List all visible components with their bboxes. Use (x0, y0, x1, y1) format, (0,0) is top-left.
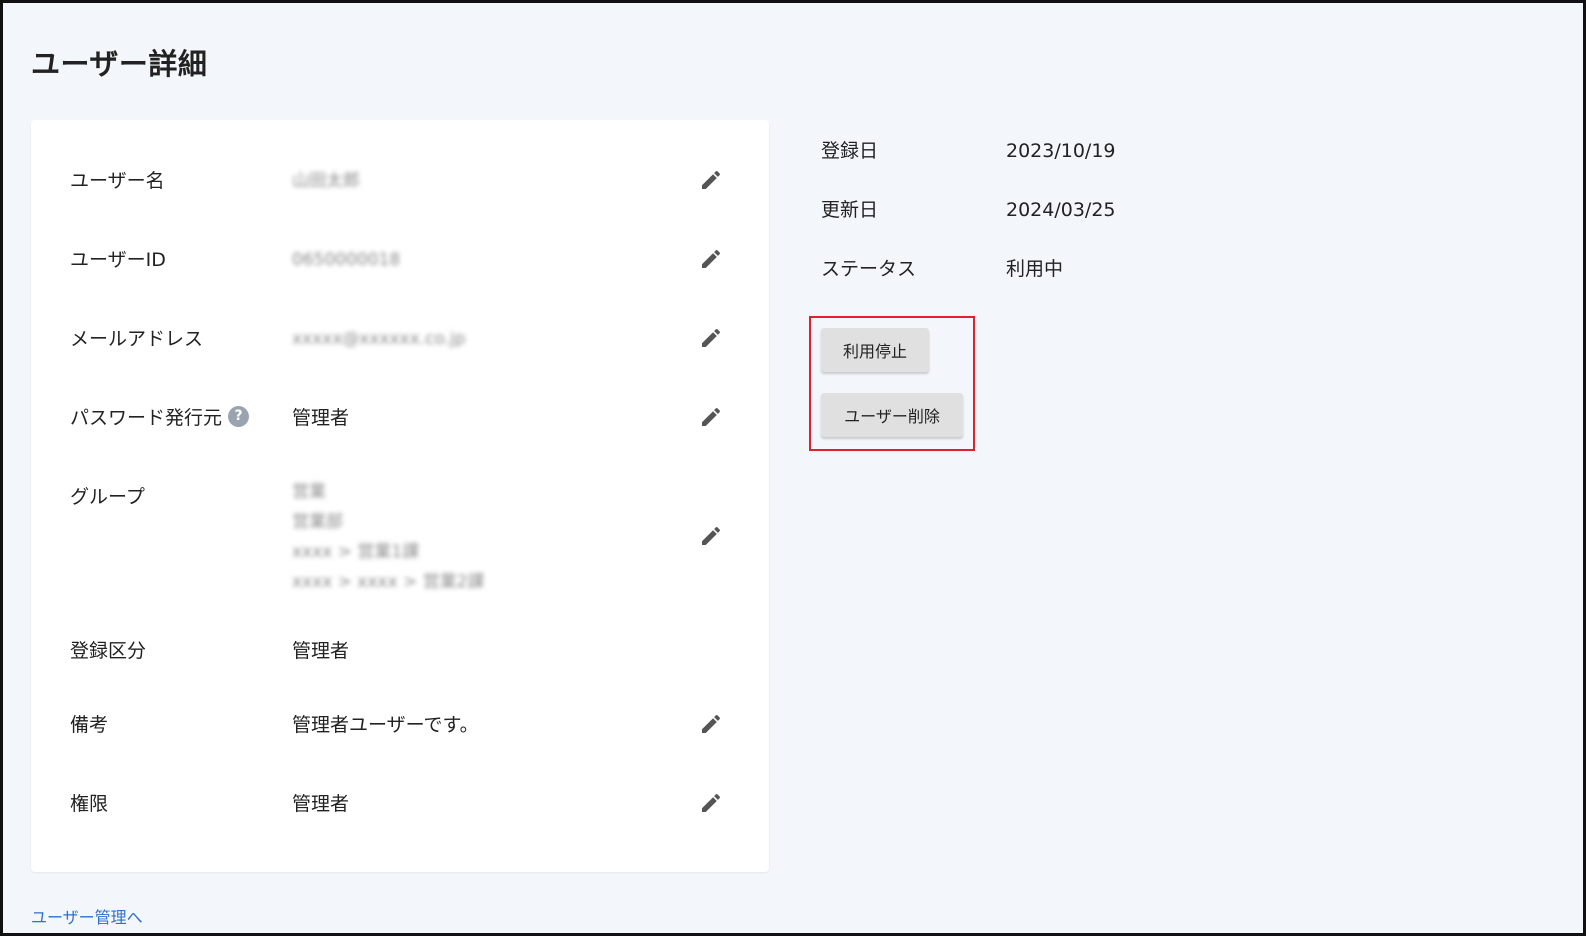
app-window: ユーザー詳細 ユーザー名 山田太郎 ユーザーID 0650000018 メールア… (0, 0, 1586, 936)
username-label: ユーザー名 (70, 170, 165, 192)
note-label: 備考 (70, 714, 109, 736)
updated-date-value: 2024/03/25 (1006, 199, 1116, 221)
pencil-icon (702, 407, 721, 426)
pencil-icon (702, 793, 721, 812)
help-icon[interactable]: ? (228, 406, 250, 427)
edit-user-id-button[interactable] (696, 244, 726, 274)
page-title: ユーザー詳細 (31, 47, 208, 81)
permission-value: 管理者 (292, 793, 350, 815)
note-value: 管理者ユーザーです。 (292, 714, 479, 736)
edit-permission-button[interactable] (696, 788, 726, 818)
password-issuer-label-text: パスワード発行元 (70, 407, 223, 429)
permission-label: 権限 (70, 793, 109, 815)
password-issuer-label: パスワード発行元? (70, 404, 250, 432)
username-value: 山田太郎 (292, 171, 360, 191)
edit-email-button[interactable] (696, 323, 726, 353)
pencil-icon (702, 170, 721, 189)
updated-date-label: 更新日 (821, 199, 879, 221)
group-value-item: xxxx > 営業1課 (292, 542, 420, 562)
delete-user-button[interactable]: ユーザー削除 (821, 393, 963, 437)
pencil-icon (702, 526, 721, 545)
registered-date-value: 2023/10/19 (1006, 140, 1116, 162)
pencil-icon (702, 249, 721, 268)
pencil-icon (702, 714, 721, 733)
status-value: 利用中 (1006, 258, 1064, 280)
email-value: xxxxx@xxxxxx.co.jp (292, 329, 466, 349)
back-to-user-management-link[interactable]: ユーザー管理へ (31, 904, 143, 928)
pencil-icon (702, 328, 721, 347)
user-id-value: 0650000018 (292, 250, 401, 270)
user-id-label: ユーザーID (70, 249, 166, 271)
group-values: 営業 営業部 xxxx > 営業1課 xxxx > xxxx > 営業2課 (292, 477, 484, 597)
group-value-item: 営業 (292, 482, 326, 502)
email-label: メールアドレス (70, 328, 204, 350)
password-issuer-value: 管理者 (292, 407, 350, 429)
user-detail-card: ユーザー名 山田太郎 ユーザーID 0650000018 メールアドレス xxx… (31, 120, 769, 872)
group-value-item: 営業部 (292, 512, 343, 532)
registered-date-label: 登録日 (821, 140, 879, 162)
registration-type-label: 登録区分 (70, 640, 147, 662)
edit-note-button[interactable] (696, 709, 726, 739)
edit-group-button[interactable] (696, 521, 726, 551)
edit-password-issuer-button[interactable] (696, 402, 726, 432)
registration-type-value: 管理者 (292, 640, 350, 662)
status-label: ステータス (821, 258, 917, 280)
group-value-item: xxxx > xxxx > 営業2課 (292, 572, 485, 592)
group-label: グループ (70, 486, 145, 508)
edit-username-button[interactable] (696, 165, 726, 195)
suspend-user-button[interactable]: 利用停止 (821, 328, 929, 372)
